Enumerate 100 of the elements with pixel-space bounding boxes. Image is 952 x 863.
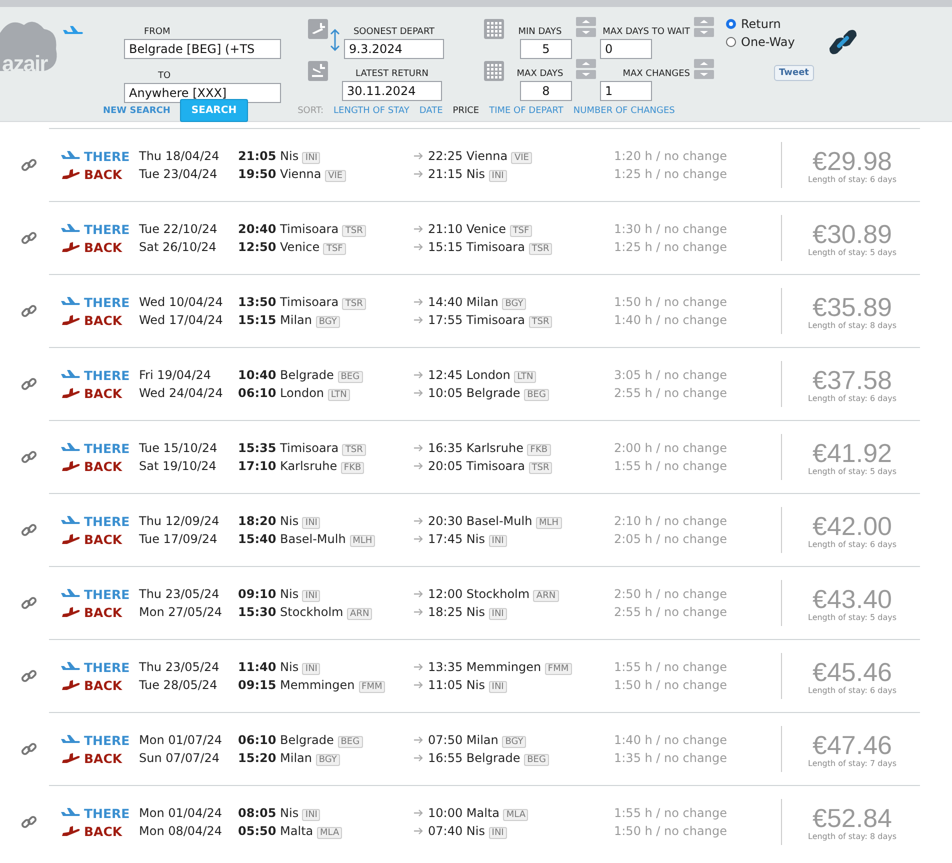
sort-label: SORT: bbox=[298, 106, 324, 116]
airport-code: TSR bbox=[528, 462, 552, 474]
chain-icon[interactable] bbox=[21, 376, 37, 392]
chain-icon[interactable] bbox=[21, 594, 37, 610]
departing-plane-icon bbox=[61, 224, 81, 234]
days-label: MAX CHANGES bbox=[622, 68, 690, 79]
chain-icon[interactable] bbox=[21, 302, 37, 318]
landing-plane-icon bbox=[61, 460, 81, 472]
max-days-to-wait-field[interactable]: 0 bbox=[600, 39, 652, 59]
max-days-field[interactable]: 8 bbox=[520, 81, 572, 101]
calendar-icon[interactable] bbox=[484, 61, 504, 81]
flight-duration: 2:00 h / no change bbox=[614, 441, 728, 455]
airport-code: INI bbox=[302, 663, 320, 675]
tweet-button[interactable]: Tweet bbox=[774, 65, 814, 81]
airport-code: BGY bbox=[502, 736, 526, 748]
departing-plane-icon bbox=[61, 516, 81, 526]
flight-date: Wed 17/04/24 bbox=[139, 313, 224, 327]
flight-date: Fri 19/04/24 bbox=[139, 368, 212, 382]
swap-arrow-icon[interactable] bbox=[330, 29, 340, 51]
direction-label: BACK bbox=[84, 532, 122, 546]
departure-time: 09:15 bbox=[238, 678, 276, 692]
airport-code: BEG bbox=[524, 389, 549, 401]
flight-date: Mon 01/04/24 bbox=[139, 806, 224, 820]
flight-duration: 1:25 h / no change bbox=[614, 167, 728, 181]
airport-code: BEG bbox=[338, 371, 363, 383]
airport-code: FKB bbox=[527, 444, 551, 456]
flight-duration: 1:55 h / no change bbox=[614, 459, 728, 473]
departure-city: Timisoara bbox=[280, 295, 339, 309]
arrival-time-city: 18:25 Nis bbox=[428, 605, 485, 619]
departing-plane-icon bbox=[61, 297, 81, 307]
departure-city: Belgrade bbox=[280, 368, 334, 382]
departure-time: 15:40 bbox=[238, 532, 276, 546]
departing-plane-icon bbox=[61, 808, 81, 818]
days-label: MAX DAYS bbox=[516, 68, 564, 79]
soonest-depart-field[interactable]: 9.3.2024 bbox=[344, 39, 444, 59]
direction-label: BACK bbox=[84, 604, 122, 620]
airport-code: INI bbox=[488, 535, 507, 547]
radio-button[interactable] bbox=[726, 19, 736, 29]
departure-city: Basel-Mulh bbox=[280, 532, 346, 546]
direction-label: THERE bbox=[84, 806, 130, 820]
flight-date: Sat 19/10/24 bbox=[139, 459, 218, 473]
airport-code: LTN bbox=[514, 371, 536, 383]
departure-time: 09:10 bbox=[238, 587, 276, 601]
chain-icon[interactable] bbox=[21, 156, 37, 172]
chain-icon[interactable] bbox=[21, 668, 37, 684]
chain-icon[interactable] bbox=[21, 230, 37, 246]
direction-label: THERE bbox=[84, 440, 130, 456]
radio-button[interactable] bbox=[726, 37, 736, 47]
chain-icon[interactable] bbox=[21, 522, 37, 538]
arrival-time-city: 20:05 Timisoara bbox=[428, 459, 525, 473]
length-of-stay: Length of stay: 6 days bbox=[808, 540, 897, 548]
min-days-field[interactable]: 5 bbox=[520, 39, 572, 59]
sort-option[interactable]: PRICE bbox=[452, 106, 480, 116]
link-icon[interactable] bbox=[828, 27, 858, 57]
days-label: MIN DAYS bbox=[517, 26, 563, 37]
landing-plane-icon bbox=[61, 314, 81, 326]
length-of-stay: Length of stay: 6 days bbox=[808, 394, 897, 402]
departure-city: Nis bbox=[280, 149, 299, 163]
landing-plane-icon bbox=[61, 606, 81, 618]
departure-city: London bbox=[280, 386, 324, 400]
departure-time: 20:40 bbox=[238, 222, 276, 236]
departing-plane-icon bbox=[61, 662, 81, 672]
departing-plane-icon bbox=[61, 443, 81, 453]
departure-city: Nis bbox=[280, 514, 299, 528]
takeoff-icon[interactable] bbox=[308, 19, 328, 39]
chain-icon[interactable] bbox=[21, 448, 37, 464]
direction-label: BACK bbox=[84, 678, 122, 692]
price: €37.58 bbox=[812, 366, 892, 394]
direction-label: THERE bbox=[84, 294, 130, 310]
direction-label: THERE bbox=[84, 514, 130, 528]
departure-city: Venice bbox=[280, 240, 320, 254]
flight-date: Tue 22/10/24 bbox=[139, 222, 218, 236]
airport-code: LTN bbox=[328, 389, 350, 401]
direction-label: THERE bbox=[84, 148, 130, 164]
departure-city: Malta bbox=[280, 824, 314, 838]
departing-plane-icon bbox=[61, 735, 81, 745]
direction-label: BACK bbox=[84, 458, 122, 474]
flight-duration: 1:40 h / no change bbox=[614, 733, 728, 747]
calendar-icon[interactable] bbox=[484, 19, 504, 39]
radio-label[interactable]: One-Way bbox=[741, 35, 795, 49]
price: €35.89 bbox=[812, 292, 892, 320]
flight-date: Wed 24/04/24 bbox=[139, 386, 224, 400]
landing-icon[interactable] bbox=[308, 61, 328, 81]
airport-code: BEG bbox=[524, 754, 549, 766]
from-field[interactable]: Belgrade [BEG] (+TS bbox=[124, 39, 281, 59]
airport-code: INI bbox=[488, 827, 507, 839]
airport-code: MLH bbox=[350, 535, 376, 547]
direction-label: THERE bbox=[84, 732, 130, 748]
max-changes-field[interactable]: 1 bbox=[600, 81, 652, 101]
arrival-time-city: 11:05 Nis bbox=[428, 678, 485, 692]
departure-time: 17:10 bbox=[238, 459, 276, 473]
to-field[interactable]: Anywhere [XXX] bbox=[124, 83, 281, 103]
radio-label[interactable]: Return bbox=[741, 17, 781, 31]
chain-icon[interactable] bbox=[21, 814, 37, 830]
flight-date: Tue 15/10/24 bbox=[139, 441, 218, 455]
latest-return-field[interactable]: 30.11.2024 bbox=[342, 81, 442, 101]
chain-icon[interactable] bbox=[21, 740, 37, 756]
airport-code: FKB bbox=[340, 462, 364, 474]
flight-date: Sun 07/07/24 bbox=[139, 751, 221, 765]
arrival-time-city: 16:55 Belgrade bbox=[428, 751, 520, 765]
